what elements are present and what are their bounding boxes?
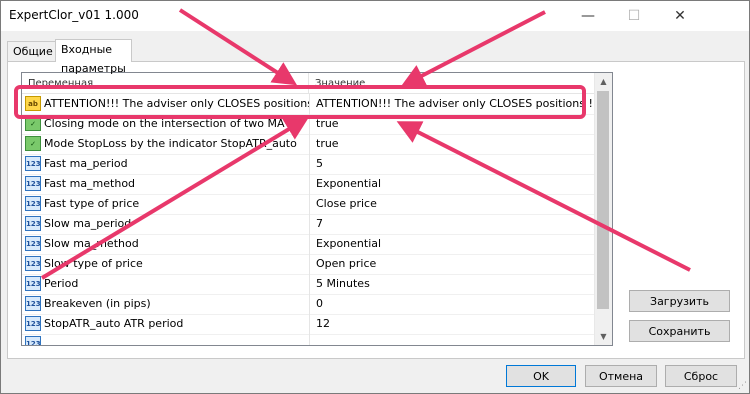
parameters-table[interactable]: Переменная Значение ab ATTENTION!!! The a… xyxy=(21,72,613,346)
parameter-name: Fast type of price xyxy=(44,197,140,210)
scroll-up-icon[interactable]: ▲ xyxy=(595,73,612,90)
tab-panel: Переменная Значение ab ATTENTION!!! The a… xyxy=(7,61,745,359)
parameter-value[interactable]: ATTENTION!!! The adviser only CLOSES pos… xyxy=(316,94,604,114)
table-row[interactable]: 123 xyxy=(22,334,604,345)
table-row[interactable]: 123 Fast ma_period 5 xyxy=(22,154,604,175)
number-param-icon: 123 xyxy=(25,196,41,211)
parameter-name-cell: ✓ Mode StopLoss by the indicator StopATR_… xyxy=(22,134,310,154)
parameter-name-cell: 123 Breakeven (in pips) xyxy=(22,294,310,314)
table-row[interactable]: 123 Period 5 Minutes xyxy=(22,274,604,295)
number-param-icon: 123 xyxy=(25,296,41,311)
scroll-thumb[interactable] xyxy=(597,91,609,309)
close-icon[interactable]: ✕ xyxy=(657,1,703,31)
parameter-value[interactable]: 7 xyxy=(316,214,604,234)
parameter-name-cell: 123 Slow ma_method xyxy=(22,234,310,254)
parameter-value[interactable]: Exponential xyxy=(316,174,604,194)
parameter-name: Slow type of price xyxy=(44,257,143,270)
text-param-icon: ab xyxy=(25,96,41,111)
title-bar[interactable]: ExpertClor_v01 1.000 — ☐ ✕ xyxy=(1,1,749,31)
parameter-value[interactable]: Exponential xyxy=(316,234,604,254)
parameter-name-cell: ✓ Closing mode on the intersection of two… xyxy=(22,114,310,134)
parameter-name-cell: 123 xyxy=(22,334,310,345)
number-param-icon: 123 xyxy=(25,236,41,251)
table-row[interactable]: 123 Slow ma_period 7 xyxy=(22,214,604,235)
window-title: ExpertClor_v01 1.000 xyxy=(9,8,139,22)
parameter-name: Closing mode on the intersection of two … xyxy=(44,117,285,130)
number-param-icon: 123 xyxy=(25,276,41,291)
parameter-name: Mode StopLoss by the indicator StopATR_a… xyxy=(44,137,297,150)
parameter-value[interactable]: 12 xyxy=(316,314,604,334)
parameter-value[interactable]: Close price xyxy=(316,194,604,214)
cancel-button[interactable]: Отмена xyxy=(585,365,657,387)
parameter-name: Period xyxy=(44,277,79,290)
number-param-icon: 123 xyxy=(25,156,41,171)
reset-button[interactable]: Сброс xyxy=(665,365,737,387)
parameter-value[interactable]: 0 xyxy=(316,294,604,314)
table-row[interactable]: 123 Slow type of price Open price xyxy=(22,254,604,275)
number-param-icon: 123 xyxy=(25,336,41,345)
bool-param-icon: ✓ xyxy=(25,136,41,151)
load-button[interactable]: Загрузить xyxy=(629,290,730,312)
dialog-window: ExpertClor_v01 1.000 — ☐ ✕ Общие Входные… xyxy=(0,0,750,394)
parameter-name-cell: 123 StopATR_auto ATR period xyxy=(22,314,310,334)
table-row[interactable]: 123 Breakeven (in pips) 0 xyxy=(22,294,604,315)
maximize-icon[interactable]: ☐ xyxy=(611,1,657,31)
parameter-name-cell: 123 Fast type of price xyxy=(22,194,310,214)
parameter-name: Fast ma_period xyxy=(44,157,128,170)
parameter-name: Fast ma_method xyxy=(44,177,136,190)
table-row[interactable]: ab ATTENTION!!! The adviser only CLOSES p… xyxy=(22,94,604,115)
parameter-value[interactable] xyxy=(316,334,604,345)
resize-grip-icon[interactable]: ⋰ xyxy=(738,381,747,391)
parameter-name-cell: 123 Fast ma_method xyxy=(22,174,310,194)
parameter-name: StopATR_auto ATR period xyxy=(44,317,184,330)
tab-input-parameters[interactable]: Входные параметры xyxy=(55,39,132,75)
tab-general[interactable]: Общие xyxy=(7,41,59,61)
table-row[interactable]: 123 Fast type of price Close price xyxy=(22,194,604,215)
parameter-name-cell: 123 Slow type of price xyxy=(22,254,310,274)
number-param-icon: 123 xyxy=(25,176,41,191)
parameter-name-cell: 123 Fast ma_period xyxy=(22,154,310,174)
column-header-value[interactable]: Значение xyxy=(309,73,604,93)
parameter-name: Breakeven (in pips) xyxy=(44,297,151,310)
parameter-value[interactable]: Open price xyxy=(316,254,604,274)
number-param-icon: 123 xyxy=(25,256,41,271)
minimize-icon[interactable]: — xyxy=(565,1,611,31)
parameter-value[interactable]: true xyxy=(316,134,604,154)
table-row[interactable]: 123 StopATR_auto ATR period 12 xyxy=(22,314,604,335)
table-row[interactable]: 123 Slow ma_method Exponential xyxy=(22,234,604,255)
number-param-icon: 123 xyxy=(25,216,41,231)
vertical-scrollbar[interactable]: ▲ ▼ xyxy=(594,73,612,345)
number-param-icon: 123 xyxy=(25,316,41,331)
scroll-down-icon[interactable]: ▼ xyxy=(595,328,612,345)
parameter-value[interactable]: 5 xyxy=(316,154,604,174)
parameter-name-cell: 123 Period xyxy=(22,274,310,294)
save-button[interactable]: Сохранить xyxy=(629,320,730,342)
parameter-name: Slow ma_method xyxy=(44,237,139,250)
parameter-value[interactable]: true xyxy=(316,114,604,134)
table-row[interactable]: ✓ Closing mode on the intersection of two… xyxy=(22,114,604,135)
parameter-value[interactable]: 5 Minutes xyxy=(316,274,604,294)
table-row[interactable]: 123 Fast ma_method Exponential xyxy=(22,174,604,195)
parameter-name-cell: ab ATTENTION!!! The adviser only CLOSES p… xyxy=(22,94,310,114)
bool-param-icon: ✓ xyxy=(25,116,41,131)
ok-button[interactable]: OK xyxy=(506,365,576,387)
parameter-name-cell: 123 Slow ma_period xyxy=(22,214,310,234)
parameter-name: ATTENTION!!! The adviser only CLOSES pos… xyxy=(44,97,310,110)
table-row[interactable]: ✓ Mode StopLoss by the indicator StopATR_… xyxy=(22,134,604,155)
parameter-name: Slow ma_period xyxy=(44,217,132,230)
